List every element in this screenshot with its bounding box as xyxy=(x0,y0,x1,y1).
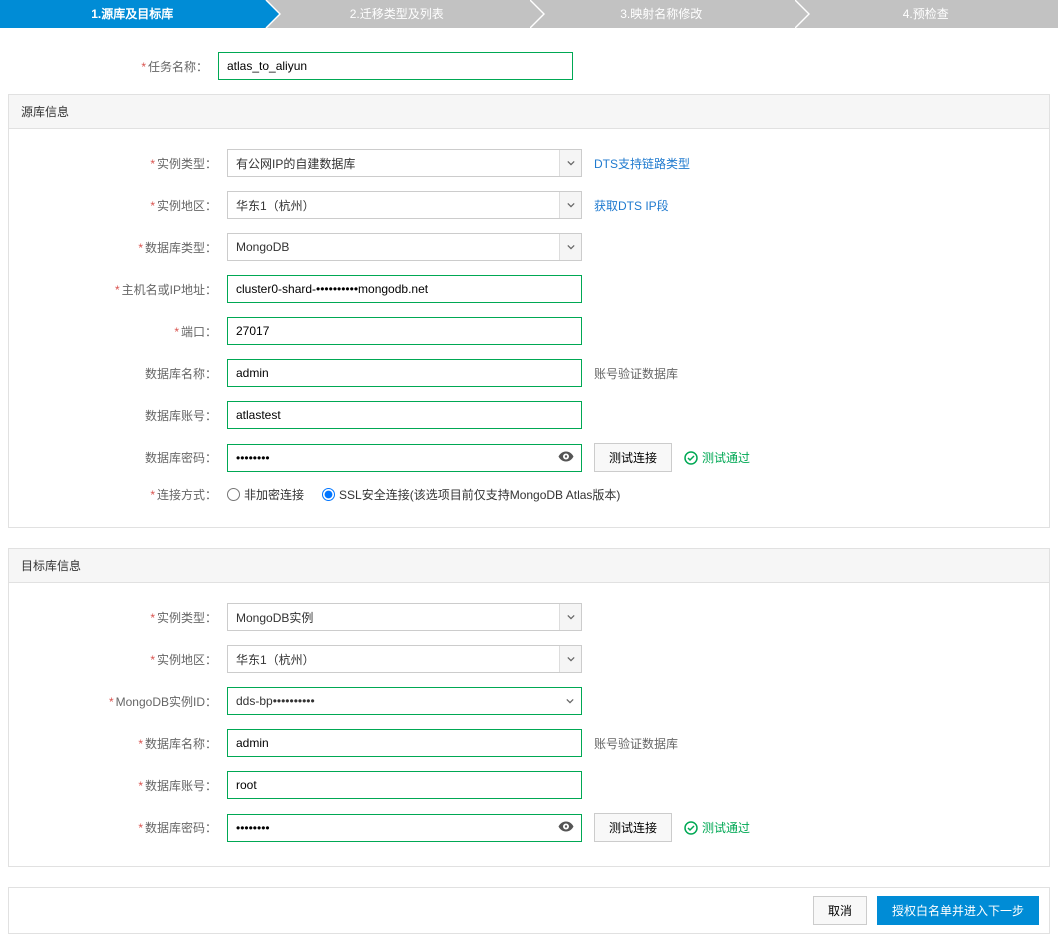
chevron-down-icon xyxy=(559,192,581,218)
target-panel: 目标库信息 *实例类型： MongoDB实例 *实例地区： 华东1（杭州） *M… xyxy=(8,548,1050,867)
chevron-down-icon xyxy=(559,646,581,672)
conn-plain-radio[interactable]: 非加密连接 xyxy=(227,486,304,503)
src-test-pass-indicator: 测试通过 xyxy=(684,449,750,466)
next-button[interactable]: 授权白名单并进入下一步 xyxy=(877,896,1039,925)
tgt-mongoid-select[interactable]: dds-bp•••••••••• xyxy=(227,687,582,715)
chevron-down-icon xyxy=(559,234,581,260)
src-conn-method-label: *连接方式： xyxy=(9,486,227,503)
src-region-value: 华东1（杭州） xyxy=(236,197,315,214)
source-panel-title: 源库信息 xyxy=(9,95,1049,129)
src-port-label: *端口： xyxy=(9,323,227,340)
step-1[interactable]: 1.源库及目标库 xyxy=(0,0,265,28)
wizard-steps: 1.源库及目标库 2.迁移类型及列表 3.映射名称修改 4.预检查 xyxy=(0,0,1058,28)
step-4[interactable]: 4.预检查 xyxy=(794,0,1058,28)
dts-link-type-link[interactable]: DTS支持链路类型 xyxy=(594,155,690,172)
src-dbtype-select[interactable]: MongoDB xyxy=(227,233,582,261)
tgt-region-value: 华东1（杭州） xyxy=(236,651,315,668)
chevron-down-icon xyxy=(559,150,581,176)
tgt-mongoid-label: *MongoDB实例ID： xyxy=(9,693,227,710)
tgt-dbpass-input[interactable] xyxy=(227,814,582,842)
tgt-mongoid-value: dds-bp•••••••••• xyxy=(236,694,315,708)
src-instance-type-select[interactable]: 有公网IP的自建数据库 xyxy=(227,149,582,177)
tgt-region-select[interactable]: 华东1（杭州） xyxy=(227,645,582,673)
tgt-instance-type-select[interactable]: MongoDB实例 xyxy=(227,603,582,631)
step-3[interactable]: 3.映射名称修改 xyxy=(529,0,794,28)
target-panel-title: 目标库信息 xyxy=(9,549,1049,583)
src-authdb-note: 账号验证数据库 xyxy=(594,365,678,382)
src-dbname-label: 数据库名称： xyxy=(9,365,227,382)
src-dbtype-value: MongoDB xyxy=(236,240,289,254)
src-test-connection-button[interactable]: 测试连接 xyxy=(594,443,672,472)
src-host-label: *主机名或IP地址： xyxy=(9,281,227,298)
src-dbpass-input[interactable] xyxy=(227,444,582,472)
src-region-select[interactable]: 华东1（杭州） xyxy=(227,191,582,219)
step-2[interactable]: 2.迁移类型及列表 xyxy=(265,0,530,28)
tgt-instance-type-label: *实例类型： xyxy=(9,609,227,626)
tgt-dbuser-input[interactable] xyxy=(227,771,582,799)
src-port-input[interactable] xyxy=(227,317,582,345)
tgt-authdb-note: 账号验证数据库 xyxy=(594,735,678,752)
eye-icon[interactable] xyxy=(558,450,574,465)
tgt-region-label: *实例地区： xyxy=(9,651,227,668)
tgt-dbuser-label: *数据库账号： xyxy=(9,777,227,794)
src-instance-type-value: 有公网IP的自建数据库 xyxy=(236,155,355,172)
task-name-label: *任务名称： xyxy=(0,58,218,75)
task-name-input[interactable] xyxy=(218,52,573,80)
footer-actions: 取消 授权白名单并进入下一步 xyxy=(8,887,1050,934)
src-region-label: *实例地区： xyxy=(9,197,227,214)
check-circle-icon xyxy=(684,821,698,835)
chevron-down-icon xyxy=(559,604,581,630)
src-instance-type-label: *实例类型： xyxy=(9,155,227,172)
tgt-instance-type-value: MongoDB实例 xyxy=(236,609,313,626)
tgt-dbname-label: *数据库名称： xyxy=(9,735,227,752)
src-dbpass-label: 数据库密码： xyxy=(9,449,227,466)
src-host-input[interactable] xyxy=(227,275,582,303)
tgt-test-connection-button[interactable]: 测试连接 xyxy=(594,813,672,842)
chevron-down-icon xyxy=(559,688,581,714)
eye-icon[interactable] xyxy=(558,820,574,835)
tgt-test-pass-indicator: 测试通过 xyxy=(684,819,750,836)
src-dbname-input[interactable] xyxy=(227,359,582,387)
src-dbuser-input[interactable] xyxy=(227,401,582,429)
cancel-button[interactable]: 取消 xyxy=(813,896,867,925)
source-panel: 源库信息 *实例类型： 有公网IP的自建数据库 DTS支持链路类型 *实例地区：… xyxy=(8,94,1050,528)
check-circle-icon xyxy=(684,451,698,465)
src-dbtype-label: *数据库类型： xyxy=(9,239,227,256)
tgt-dbname-input[interactable] xyxy=(227,729,582,757)
get-dts-ip-link[interactable]: 获取DTS IP段 xyxy=(594,197,669,214)
src-dbuser-label: 数据库账号： xyxy=(9,407,227,424)
conn-ssl-radio[interactable]: SSL安全连接(该选项目前仅支持MongoDB Atlas版本) xyxy=(322,486,620,503)
tgt-dbpass-label: *数据库密码： xyxy=(9,819,227,836)
